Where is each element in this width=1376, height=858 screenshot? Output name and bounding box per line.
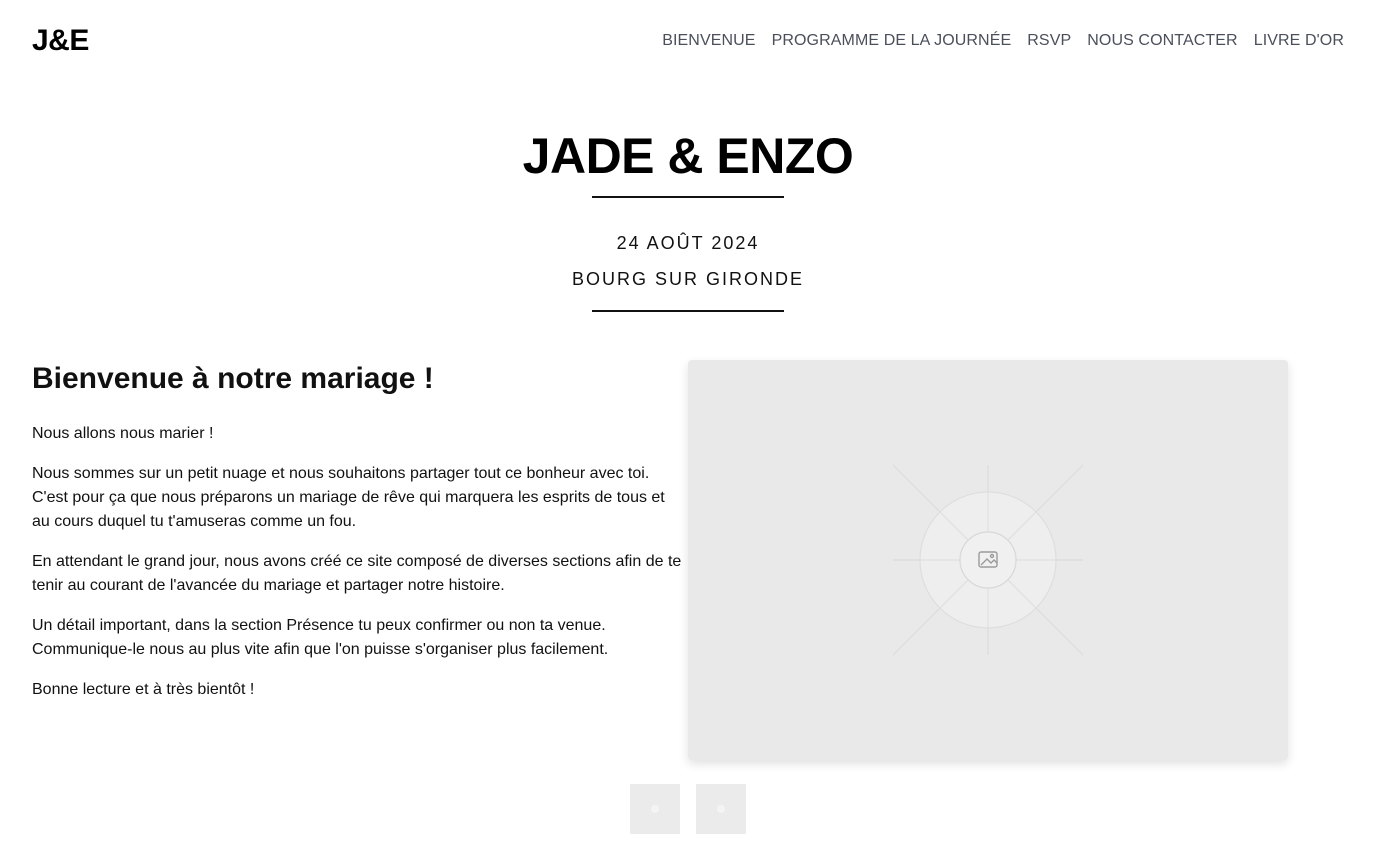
welcome-paragraph: Nous sommes sur un petit nuage et nous s… (32, 465, 665, 530)
welcome-section: Bienvenue à notre mariage ! Nous allons … (32, 360, 682, 718)
gallery-thumbnail[interactable] (696, 784, 746, 834)
thumbnail-dot (717, 805, 725, 813)
welcome-heading: Bienvenue à notre mariage ! (32, 362, 434, 395)
thumbnail-dot (651, 805, 659, 813)
welcome-paragraph: Bonne lecture et à très bientôt ! (32, 681, 255, 698)
nav-item-programme[interactable]: PROGRAMME DE LA JOURNÉE (772, 32, 1012, 50)
nav-item-rsvp[interactable]: RSVP (1027, 32, 1071, 50)
welcome-paragraph: En attendant le grand jour, nous avons c… (32, 553, 682, 594)
site-logo[interactable]: J&E (32, 24, 89, 58)
main-image-placeholder[interactable] (688, 360, 1288, 760)
hero-divider-top (592, 196, 784, 198)
page: J&E BIENVENUE PROGRAMME DE LA JOURNÉE RS… (0, 0, 1376, 858)
nav-item-bienvenue[interactable]: BIENVENUE (662, 32, 755, 50)
wedding-location: BOURG SUR GIRONDE (571, 269, 805, 289)
welcome-paragraph: Nous allons nous marier ! (32, 425, 214, 442)
wedding-date: 24 AOÛT 2024 (616, 233, 760, 253)
hero-divider-bottom (592, 310, 784, 312)
nav-item-contact[interactable]: NOUS CONTACTER (1087, 32, 1237, 50)
nav-item-livre-dor[interactable]: LIVRE D'OR (1254, 32, 1344, 50)
main-nav: BIENVENUE PROGRAMME DE LA JOURNÉE RSVP N… (662, 32, 1344, 50)
gallery-thumbnail[interactable] (630, 784, 680, 834)
hero-title: JADE & ENZO (522, 128, 854, 184)
image-placeholder-graphic (892, 464, 1084, 656)
welcome-paragraph: Un détail important, dans la section Pré… (32, 617, 609, 658)
